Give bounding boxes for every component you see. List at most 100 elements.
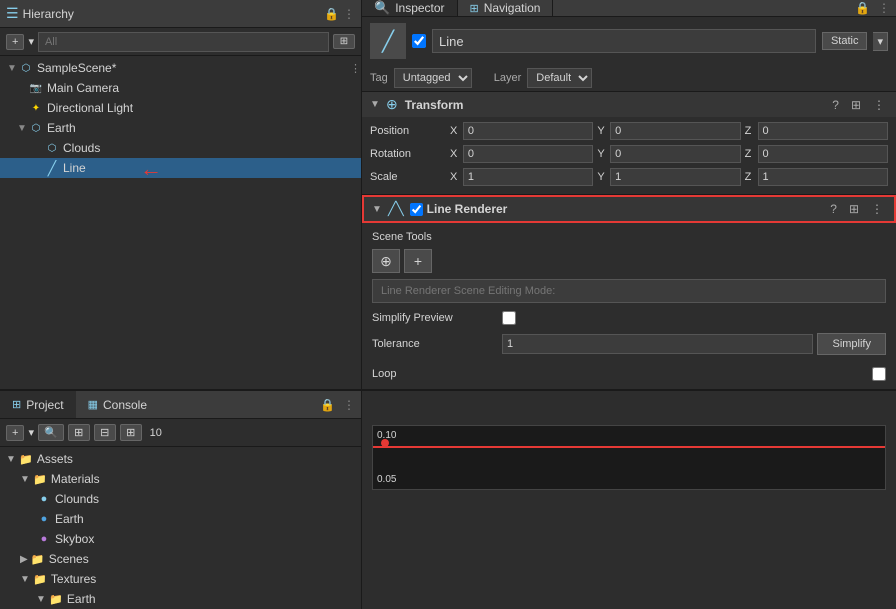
hierarchy-filter-btn[interactable]: ⊞ — [333, 34, 355, 49]
project-add-btn[interactable]: + — [6, 425, 24, 441]
width-graph[interactable]: 0.10 0.05 — [372, 425, 886, 490]
scale-row: Scale X Y Z — [370, 167, 888, 187]
skybox-sphere-icon: ● — [36, 531, 52, 547]
hierarchy-clouds[interactable]: ⬡ Clouds — [0, 138, 361, 158]
static-dropdown-button[interactable]: ▾ — [873, 32, 888, 51]
scale-y-input[interactable] — [610, 168, 740, 186]
transform-header[interactable]: ▼ ⊕ Transform ? ⊞ ⋮ — [362, 92, 896, 117]
object-active-checkbox[interactable] — [412, 34, 426, 48]
pos-z-label: Z — [745, 125, 756, 137]
simplify-preview-row: Simplify Preview — [372, 307, 886, 329]
position-x-input[interactable] — [463, 122, 593, 140]
scenes-folder-icon: 📁 — [30, 551, 46, 567]
scale-x-input[interactable] — [463, 168, 593, 186]
transform-title: Transform — [405, 98, 464, 112]
earth-material-label: Earth — [55, 512, 84, 526]
rotation-y-input[interactable] — [610, 145, 740, 163]
hierarchy-earth[interactable]: ▼ ⬡ Earth — [0, 118, 361, 138]
rotation-x-input[interactable] — [463, 145, 593, 163]
layer-dropdown[interactable]: Default — [527, 68, 592, 88]
scale-z-label: Z — [745, 171, 756, 183]
project-filter1-btn[interactable]: ⊞ — [68, 424, 90, 441]
scene-tool-pin-btn[interactable]: ⊕ — [372, 249, 400, 273]
rotation-z-input[interactable] — [758, 145, 888, 163]
earth-tex-folder-icon: 📁 — [48, 591, 64, 607]
line-renderer-arrow-icon: ▼ — [372, 204, 384, 215]
project-panel: ⊞ Project ▦ Console 🔒 ⋮ + ▾ 🔍 ⊞ ⊟ ⊞ 10 — [0, 391, 362, 609]
simplify-preview-checkbox[interactable] — [502, 311, 516, 325]
scale-y-label: Y — [597, 171, 608, 183]
scene-menu-icon[interactable]: ⋮ — [350, 62, 361, 75]
transform-help-btn[interactable]: ? — [829, 97, 842, 113]
line-renderer-header[interactable]: ▼ ╱╲ Line Renderer ? ⊞ ⋮ — [362, 195, 896, 223]
hierarchy-directional-light[interactable]: ✦ Directional Light — [0, 98, 361, 118]
line-renderer-preset-btn[interactable]: ⊞ — [846, 201, 862, 217]
scene-mode-input[interactable] — [372, 279, 886, 303]
add-button[interactable]: + — [6, 34, 24, 50]
transform-menu-btn[interactable]: ⋮ — [870, 97, 888, 113]
hierarchy-line[interactable]: ╱ Line ← — [0, 158, 361, 178]
position-z-field: Z — [745, 122, 888, 140]
scenes-folder[interactable]: ▶ 📁 Scenes — [0, 549, 361, 569]
line-renderer-help-btn[interactable]: ? — [827, 201, 840, 217]
textures-folder[interactable]: ▼ 📁 Textures — [0, 569, 361, 589]
earth-material-item[interactable]: ● Earth — [0, 509, 361, 529]
tab-project[interactable]: ⊞ Project — [0, 391, 76, 418]
scene-arrow-icon: ▼ — [6, 63, 18, 74]
project-lock-icon[interactable]: 🔒 — [320, 398, 335, 412]
position-z-input[interactable] — [758, 122, 888, 140]
object-header: ╱ Static ▾ — [362, 17, 896, 65]
loop-checkbox[interactable] — [872, 367, 886, 381]
earth-mesh-icon: ⬡ — [28, 120, 44, 136]
scene-tool-add-btn[interactable]: + — [404, 249, 432, 273]
tag-dropdown[interactable]: Untagged — [394, 68, 472, 88]
tab-console[interactable]: ▦ Console — [76, 391, 159, 418]
static-button[interactable]: Static — [822, 32, 868, 50]
transform-preset-btn[interactable]: ⊞ — [848, 97, 864, 113]
hierarchy-scene-item[interactable]: ▼ ⬡ SampleScene* ⋮ — [0, 58, 361, 78]
project-filter3-btn[interactable]: ⊞ — [120, 424, 142, 441]
inspector-menu-icon[interactable]: ⋮ — [878, 1, 890, 15]
position-xyz: X Y Z — [450, 122, 888, 140]
simplify-button[interactable]: Simplify — [817, 333, 886, 355]
assets-root[interactable]: ▼ 📁 Assets — [0, 449, 361, 469]
tab-navigation[interactable]: ⊞ Navigation — [458, 0, 554, 16]
position-y-input[interactable] — [610, 122, 740, 140]
simplify-preview-label: Simplify Preview — [372, 312, 502, 324]
width-dot[interactable] — [381, 439, 389, 447]
nav-tab-icon: ⊞ — [470, 2, 479, 15]
tolerance-input[interactable] — [502, 334, 813, 354]
scale-xyz: X Y Z — [450, 168, 888, 186]
tab-inspector[interactable]: 🔍 Inspector — [362, 0, 458, 16]
earth-textures-label: Earth — [67, 592, 96, 606]
console-tab-label: Console — [103, 398, 147, 412]
line-renderer-header-left: ▼ ╱╲ Line Renderer — [372, 201, 823, 217]
scale-z-input[interactable] — [758, 168, 888, 186]
project-search-btn[interactable]: 🔍 — [38, 424, 64, 441]
rot-y-label: Y — [597, 148, 608, 160]
scenes-label: Scenes — [49, 552, 89, 566]
width-bottom-value: 0.05 — [377, 474, 396, 485]
earth-textures-folder[interactable]: ▼ 📁 Earth — [0, 589, 361, 609]
light-icon: ✦ — [28, 100, 44, 116]
width-line — [373, 446, 885, 448]
hierarchy-menu-icon[interactable]: ⋮ — [343, 7, 355, 21]
transform-component: ▼ ⊕ Transform ? ⊞ ⋮ Position X — [362, 91, 896, 194]
project-menu-icon[interactable]: ⋮ — [343, 398, 355, 412]
clounds-item[interactable]: ● Clounds — [0, 489, 361, 509]
inspector-icons: 🔒 ⋮ — [855, 0, 896, 16]
console-tab-icon: ▦ — [88, 398, 98, 411]
hierarchy-search[interactable] — [38, 32, 329, 52]
skybox-item[interactable]: ● Skybox — [0, 529, 361, 549]
materials-folder[interactable]: ▼ 📁 Materials — [0, 469, 361, 489]
object-name-input[interactable] — [432, 29, 816, 53]
earth-tex-arrow-icon: ▼ — [36, 594, 46, 605]
position-row: Position X Y Z — [370, 121, 888, 141]
position-y-field: Y — [597, 122, 740, 140]
hierarchy-main-camera[interactable]: 📷 Main Camera — [0, 78, 361, 98]
red-arrow-icon: ← — [140, 156, 162, 182]
line-renderer-menu-btn[interactable]: ⋮ — [868, 201, 886, 217]
inspector-lock-icon[interactable]: 🔒 — [855, 1, 870, 15]
project-filter2-btn[interactable]: ⊟ — [94, 424, 116, 441]
line-renderer-checkbox[interactable] — [410, 203, 423, 216]
